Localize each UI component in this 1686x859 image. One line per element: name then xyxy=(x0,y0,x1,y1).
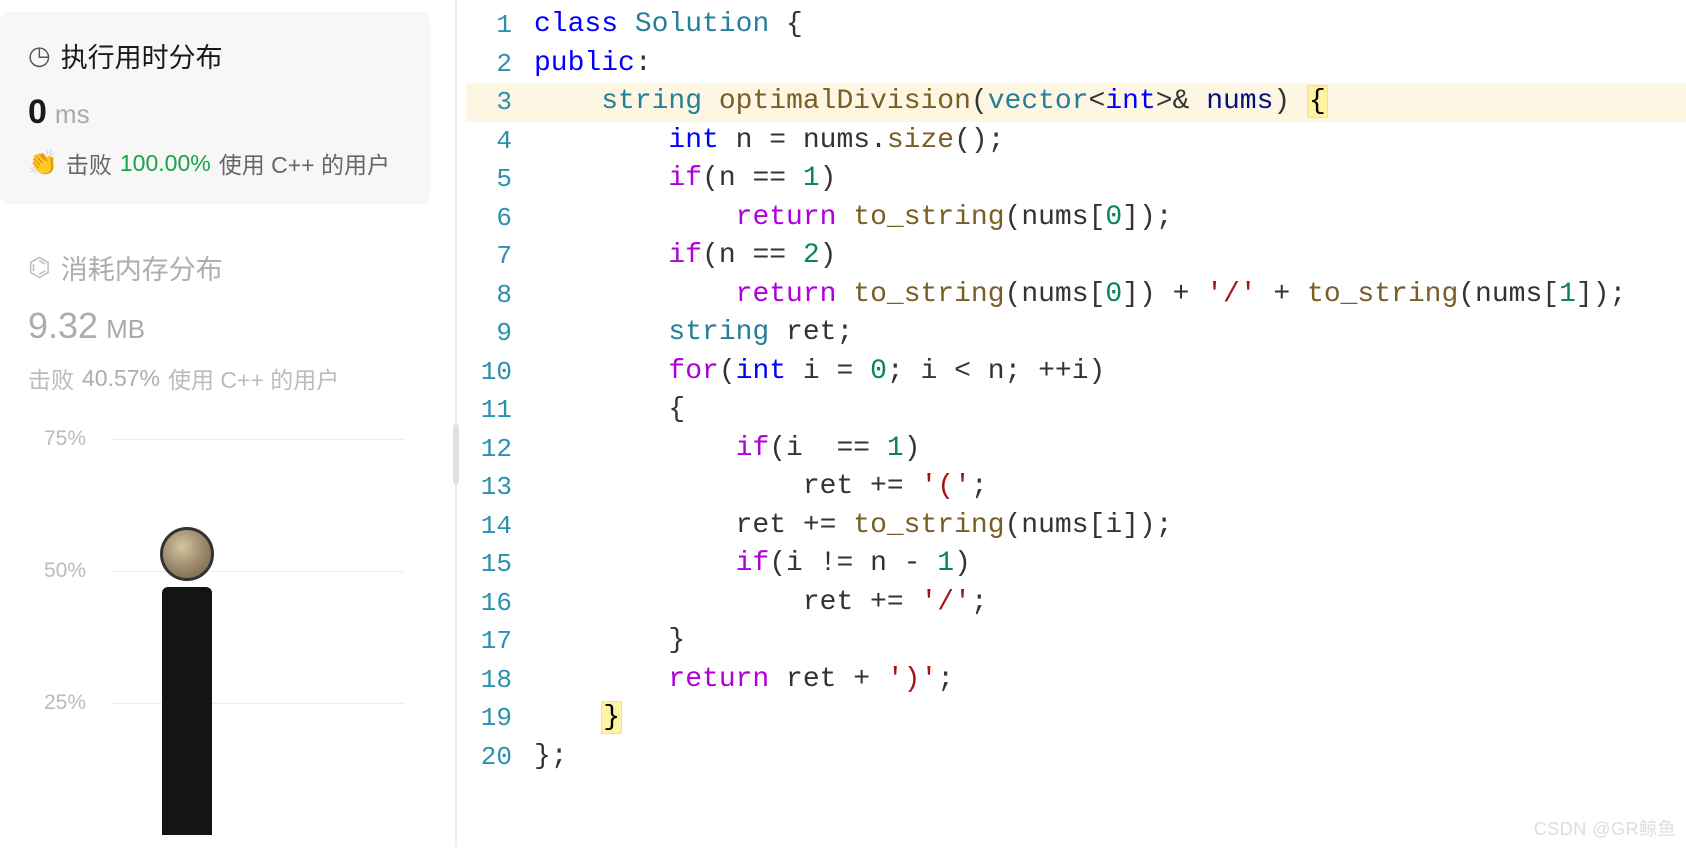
code-content[interactable]: for(int i = 0; i < n; ++i) xyxy=(534,353,1686,392)
code-content[interactable]: } xyxy=(534,622,1686,661)
code-line[interactable]: 13 ret += '('; xyxy=(466,468,1686,507)
code-content[interactable]: }; xyxy=(534,738,1686,777)
beats-suffix: 使用 C++ 的用户 xyxy=(168,361,339,395)
code-content[interactable]: ret += '/'; xyxy=(534,584,1686,623)
avatar[interactable] xyxy=(160,527,214,581)
code-line[interactable]: 12 if(i == 1) xyxy=(466,430,1686,469)
line-number: 1 xyxy=(466,6,534,45)
line-number: 8 xyxy=(466,276,534,315)
line-number: 4 xyxy=(466,122,534,161)
code-line[interactable]: 7 if(n == 2) xyxy=(466,237,1686,276)
runtime-pct: 100.00% xyxy=(120,150,211,177)
line-number: 13 xyxy=(466,468,534,507)
code-line[interactable]: 10 for(int i = 0; i < n; ++i) xyxy=(466,353,1686,392)
code-line[interactable]: 5 if(n == 1) xyxy=(466,160,1686,199)
code-content[interactable]: { xyxy=(534,391,1686,430)
ylabel-50: 50% xyxy=(44,559,86,583)
line-number: 2 xyxy=(466,45,534,84)
clap-icon: 👏 xyxy=(28,149,58,178)
runtime-card[interactable]: ◷ 执行用时分布 0 ms 👏 击败 100.00% 使用 C++ 的用户 xyxy=(0,12,430,204)
memory-metric: 9.32 MB xyxy=(28,305,412,347)
code-line[interactable]: 2public: xyxy=(466,45,1686,84)
code-line[interactable]: 6 return to_string(nums[0]); xyxy=(466,199,1686,238)
line-number: 16 xyxy=(466,584,534,623)
memory-card[interactable]: ⌬ 消耗内存分布 9.32 MB 击败 40.57% 使用 C++ 的用户 75… xyxy=(0,224,440,859)
line-number: 9 xyxy=(466,314,534,353)
code-line[interactable]: 11 { xyxy=(466,391,1686,430)
memory-beats: 击败 40.57% 使用 C++ 的用户 xyxy=(28,361,412,395)
runtime-unit: ms xyxy=(55,99,90,130)
ylabel-75: 75% xyxy=(44,427,86,451)
line-number: 10 xyxy=(466,353,534,392)
runtime-beats: 👏 击败 100.00% 使用 C++ 的用户 xyxy=(28,146,402,180)
code-content[interactable]: return ret + ')'; xyxy=(534,661,1686,700)
code-content[interactable]: class Solution { xyxy=(534,6,1686,45)
code-line[interactable]: 17 } xyxy=(466,622,1686,661)
clock-icon: ◷ xyxy=(28,40,51,71)
line-number: 7 xyxy=(466,237,534,276)
code-content[interactable]: string ret; xyxy=(534,314,1686,353)
code-line[interactable]: 14 ret += to_string(nums[i]); xyxy=(466,507,1686,546)
code-line[interactable]: 3 string optimalDivision(vector<int>& nu… xyxy=(466,83,1686,122)
runtime-title-text: 执行用时分布 xyxy=(61,36,223,75)
line-number: 20 xyxy=(466,738,534,777)
stats-sidebar: ◷ 执行用时分布 0 ms 👏 击败 100.00% 使用 C++ 的用户 ⌬ … xyxy=(0,0,460,847)
code-content[interactable]: string optimalDivision(vector<int>& nums… xyxy=(534,83,1686,122)
line-number: 15 xyxy=(466,545,534,584)
code-line[interactable]: 18 return ret + ')'; xyxy=(466,661,1686,700)
resize-handle-icon[interactable] xyxy=(453,424,459,484)
runtime-title: ◷ 执行用时分布 xyxy=(28,36,402,75)
code-editor[interactable]: 1class Solution {2public:3 string optima… xyxy=(460,0,1686,847)
code-content[interactable]: ret += to_string(nums[i]); xyxy=(534,507,1686,546)
memory-chart: 75% 50% 25% xyxy=(28,435,412,835)
code-line[interactable]: 20}; xyxy=(466,738,1686,777)
code-content[interactable]: if(n == 1) xyxy=(534,160,1686,199)
ylabel-25: 25% xyxy=(44,691,86,715)
code-content[interactable]: return to_string(nums[0]); xyxy=(534,199,1686,238)
memory-title-text: 消耗内存分布 xyxy=(61,248,223,287)
code-line[interactable]: 16 ret += '/'; xyxy=(466,584,1686,623)
code-line[interactable]: 4 int n = nums.size(); xyxy=(466,122,1686,161)
code-line[interactable]: 19 } xyxy=(466,699,1686,738)
code-line[interactable]: 8 return to_string(nums[0]) + '/' + to_s… xyxy=(466,276,1686,315)
vertical-divider[interactable] xyxy=(452,0,460,847)
code-content[interactable]: ret += '('; xyxy=(534,468,1686,507)
code-content[interactable]: if(i != n - 1) xyxy=(534,545,1686,584)
line-number: 11 xyxy=(466,391,534,430)
beats-suffix: 使用 C++ 的用户 xyxy=(219,146,390,180)
code-content[interactable]: if(i == 1) xyxy=(534,430,1686,469)
chart-bar[interactable] xyxy=(162,587,212,835)
code-line[interactable]: 1class Solution { xyxy=(466,6,1686,45)
runtime-value: 0 xyxy=(28,93,47,132)
line-number: 12 xyxy=(466,430,534,469)
code-content[interactable]: public: xyxy=(534,45,1686,84)
line-number: 6 xyxy=(466,199,534,238)
line-number: 14 xyxy=(466,507,534,546)
line-number: 19 xyxy=(466,699,534,738)
code-content[interactable]: return to_string(nums[0]) + '/' + to_str… xyxy=(534,276,1686,315)
line-number: 3 xyxy=(466,83,534,122)
beats-label: 击败 xyxy=(66,146,112,180)
code-content[interactable]: if(n == 2) xyxy=(534,237,1686,276)
runtime-metric: 0 ms xyxy=(28,93,402,132)
code-line[interactable]: 9 string ret; xyxy=(466,314,1686,353)
code-content[interactable]: int n = nums.size(); xyxy=(534,122,1686,161)
memory-title: ⌬ 消耗内存分布 xyxy=(28,248,412,287)
code-content[interactable]: } xyxy=(534,699,1686,738)
code-line[interactable]: 15 if(i != n - 1) xyxy=(466,545,1686,584)
line-number: 18 xyxy=(466,661,534,700)
line-number: 5 xyxy=(466,160,534,199)
memory-pct: 40.57% xyxy=(82,365,160,392)
line-number: 17 xyxy=(466,622,534,661)
memory-unit: MB xyxy=(106,314,145,345)
beats-label: 击败 xyxy=(28,361,74,395)
memory-value: 9.32 xyxy=(28,305,98,347)
watermark: CSDN @GR鲸鱼 xyxy=(1534,815,1676,841)
chip-icon: ⌬ xyxy=(28,252,51,283)
